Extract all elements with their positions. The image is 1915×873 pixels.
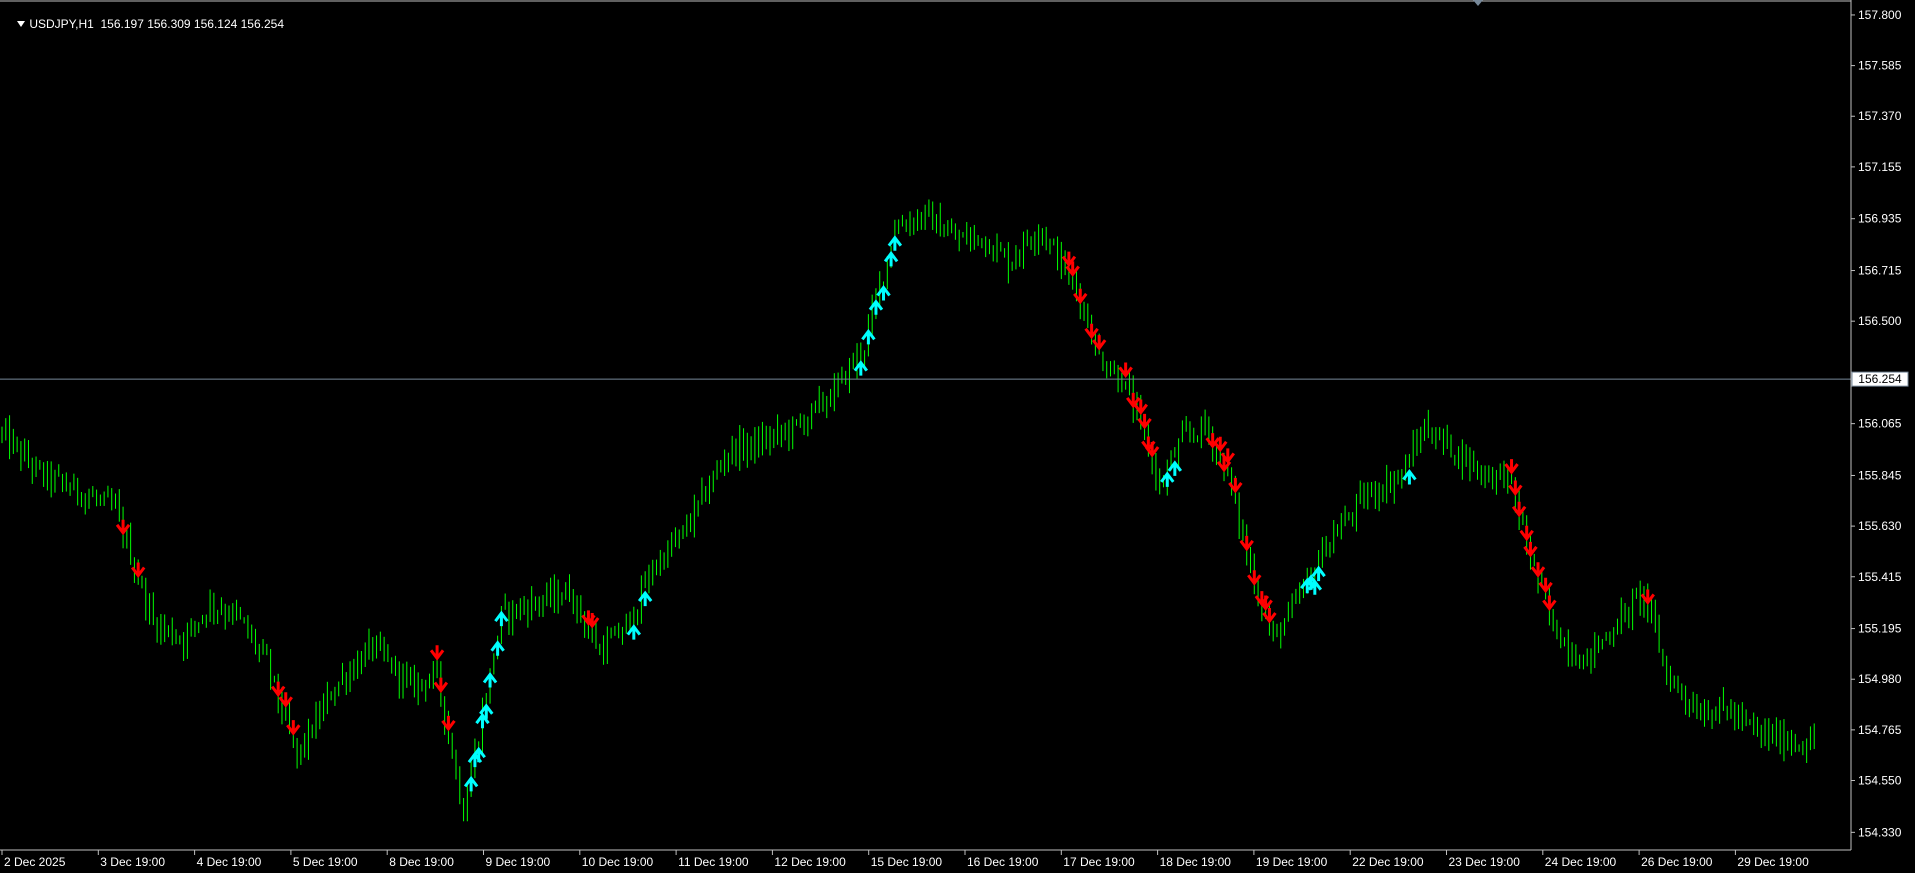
time-tick-label: 15 Dec 19:00 xyxy=(871,855,943,868)
time-tick-label: 24 Dec 19:00 xyxy=(1545,855,1617,868)
current-price-tag: 156.254 xyxy=(1851,371,1909,387)
price-tick-label: 156.500 xyxy=(1858,314,1902,328)
time-tick-label: 22 Dec 19:00 xyxy=(1352,855,1424,868)
price-tick-label: 157.370 xyxy=(1858,109,1902,123)
time-tick-label: 10 Dec 19:00 xyxy=(582,855,654,868)
price-tick-label: 155.415 xyxy=(1858,570,1902,584)
dropdown-triangle-icon[interactable] xyxy=(17,20,26,27)
ohlc-values: 156.197 156.309 156.124 156.254 xyxy=(100,17,285,31)
time-tick-label: 12 Dec 19:00 xyxy=(774,855,846,868)
time-tick-label: 3 Dec 19:00 xyxy=(100,855,165,868)
time-tick-label: 5 Dec 19:00 xyxy=(293,855,358,868)
price-tick-label: 156.065 xyxy=(1858,417,1902,431)
time-tick-label: 19 Dec 19:00 xyxy=(1256,855,1328,868)
price-tick-label: 157.155 xyxy=(1858,160,1902,174)
time-tick-label: 17 Dec 19:00 xyxy=(1063,855,1135,868)
time-tick-label: 23 Dec 19:00 xyxy=(1449,855,1521,868)
time-tick-label: 16 Dec 19:00 xyxy=(967,855,1039,868)
price-chart[interactable]: 157.800 157.585 157.370 157.155 156.935 156.7… xyxy=(0,0,1915,869)
price-tick-label: 157.800 xyxy=(1858,8,1902,22)
time-tick-label: 9 Dec 19:00 xyxy=(486,855,551,868)
price-tick-label: 154.980 xyxy=(1858,672,1902,686)
time-tick-label: 29 Dec 19:00 xyxy=(1737,855,1809,868)
price-tick-label: 154.330 xyxy=(1858,825,1902,839)
price-tick-label: 155.195 xyxy=(1858,622,1902,636)
time-tick-label: 4 Dec 19:00 xyxy=(197,855,262,868)
time-tick-label: 2 Dec 2025 xyxy=(4,855,66,868)
price-tick-label: 155.630 xyxy=(1858,519,1902,533)
time-tick-label: 8 Dec 19:00 xyxy=(389,855,454,868)
chart-background xyxy=(0,0,1915,868)
price-tick-label: 154.765 xyxy=(1858,723,1902,737)
price-tick-label: 156.935 xyxy=(1858,212,1902,226)
price-tick-label: 156.715 xyxy=(1858,264,1902,278)
price-tick-label: 155.845 xyxy=(1858,468,1902,482)
chart-area[interactable]: 157.800 157.585 157.370 157.155 156.935 156.7… xyxy=(0,0,1915,869)
chart-header: USDJPY,H1 156.197 156.309 156.124 156.25… xyxy=(4,3,284,45)
price-tick-label: 154.550 xyxy=(1858,774,1902,788)
time-tick-label: 11 Dec 19:00 xyxy=(678,855,749,868)
time-tick-label: 18 Dec 19:00 xyxy=(1160,855,1232,868)
time-tick-label: 26 Dec 19:00 xyxy=(1641,855,1713,868)
price-tick-label: 157.585 xyxy=(1858,59,1902,73)
symbol-timeframe: USDJPY,H1 xyxy=(29,17,94,31)
svg-text:156.254: 156.254 xyxy=(1858,372,1902,386)
